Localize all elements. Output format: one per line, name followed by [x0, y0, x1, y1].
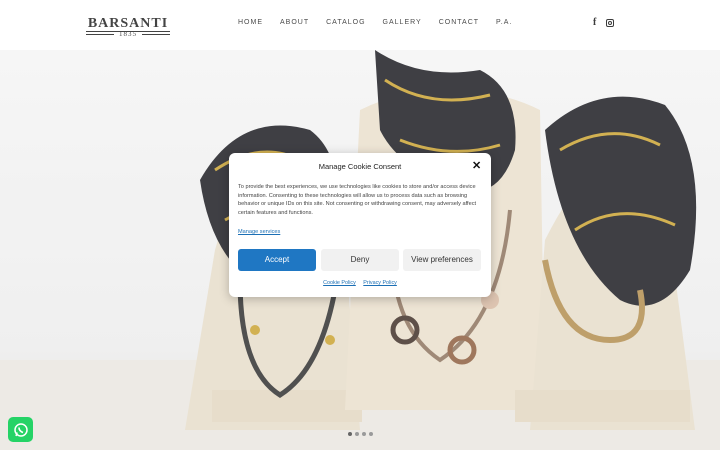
slider-dot[interactable]	[362, 432, 366, 436]
cookie-dialog-title: Manage Cookie Consent	[318, 162, 402, 171]
accept-button[interactable]: Accept	[238, 249, 316, 271]
slider-dot[interactable]	[355, 432, 359, 436]
policy-links: Cookie Policy Privacy Policy	[229, 280, 491, 286]
slider-pagination	[348, 432, 373, 436]
view-preferences-button[interactable]: View preferences	[403, 249, 481, 271]
cookie-policy-link[interactable]: Cookie Policy	[323, 280, 356, 286]
slider-dot[interactable]	[348, 432, 352, 436]
whatsapp-button[interactable]	[8, 417, 33, 442]
slider-dot[interactable]	[369, 432, 373, 436]
manage-services-link[interactable]: Manage services	[238, 229, 280, 235]
cookie-consent-dialog: Manage Cookie Consent ✕ To provide the b…	[229, 153, 491, 297]
close-icon[interactable]: ✕	[472, 161, 481, 172]
cookie-dialog-body: To provide the best experiences, we use …	[238, 184, 477, 216]
privacy-policy-link[interactable]: Privacy Policy	[363, 280, 397, 286]
whatsapp-icon	[13, 422, 28, 437]
deny-button[interactable]: Deny	[321, 249, 399, 271]
